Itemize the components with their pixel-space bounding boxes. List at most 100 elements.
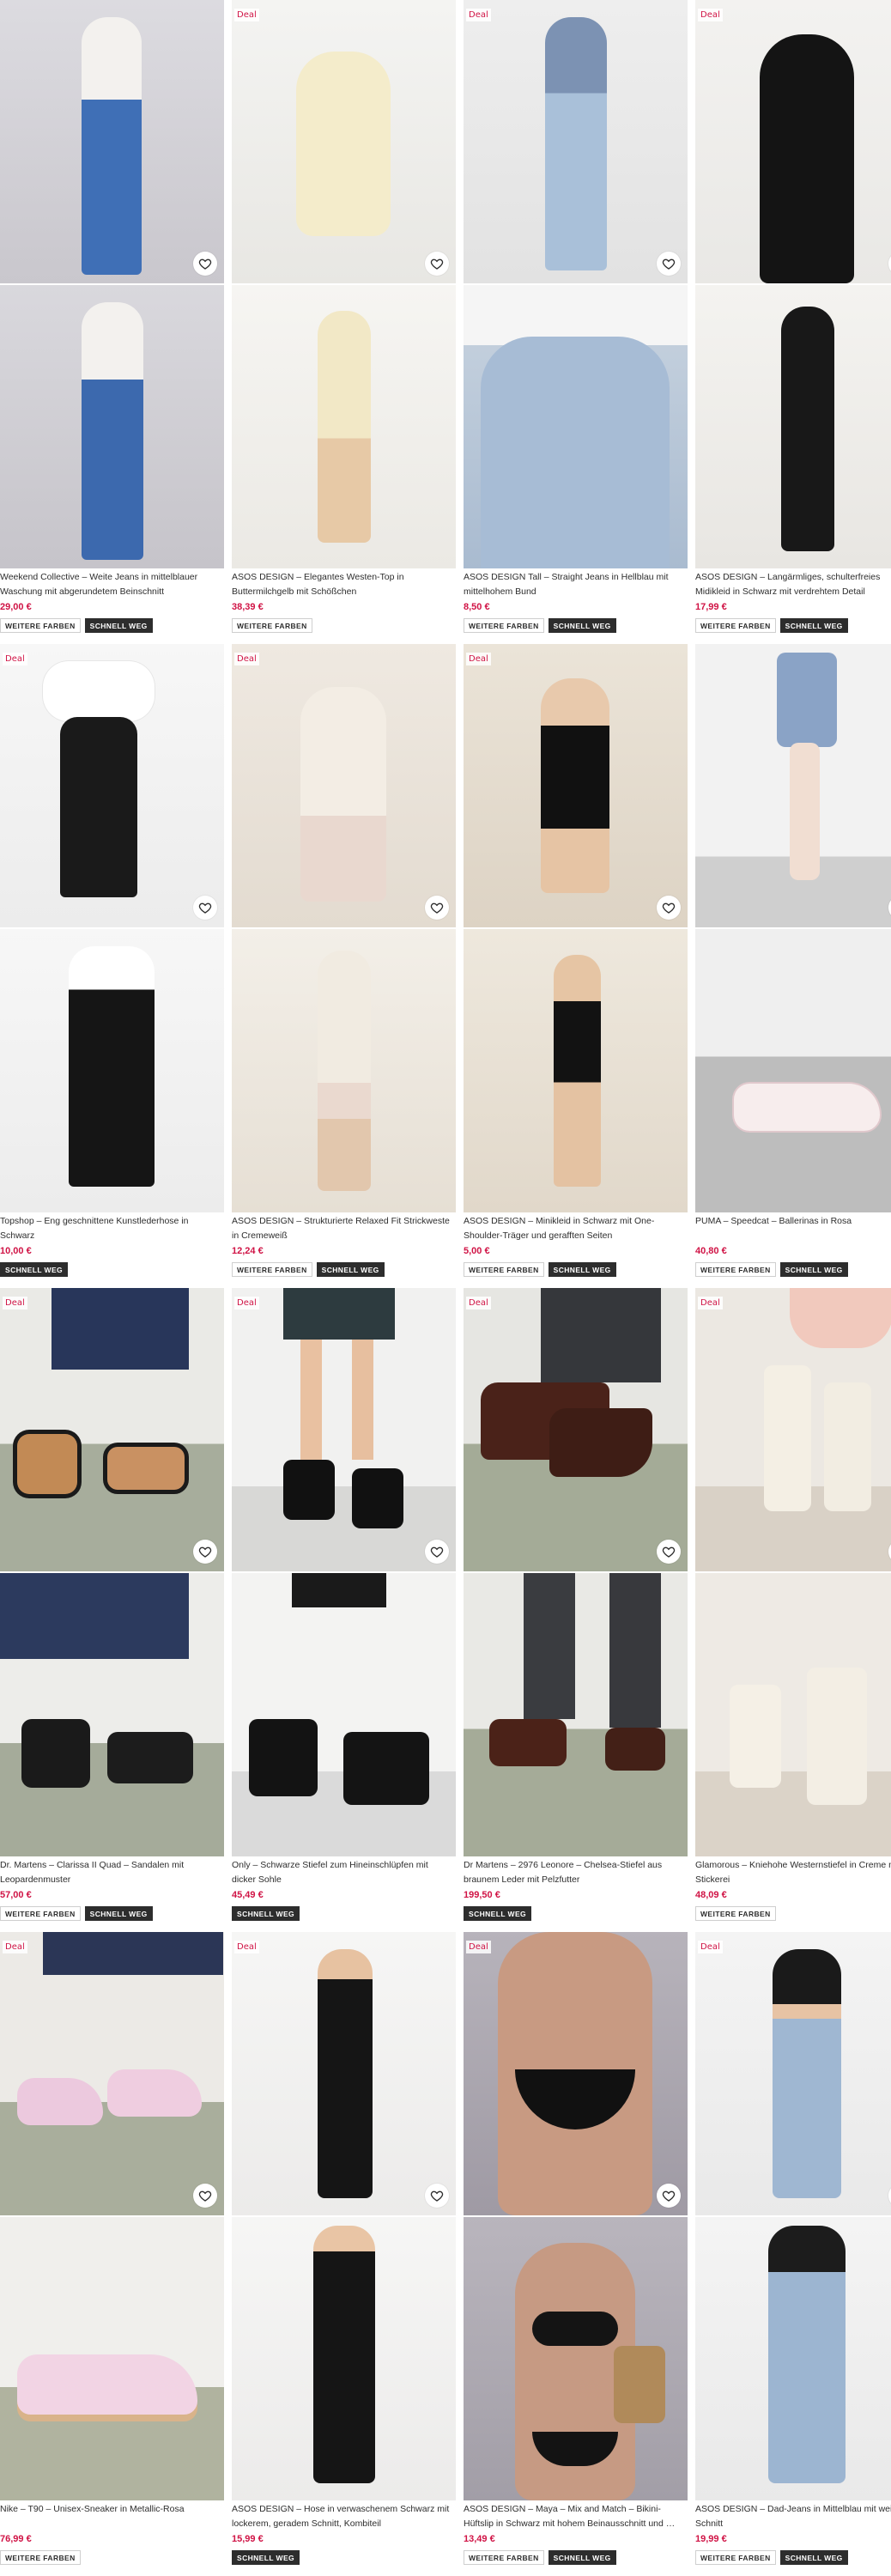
more-colors-badge: WEITERE FARBEN [0, 1906, 81, 1921]
product-info: Only – Schwarze Stiefel zum Hineinschlüp… [232, 1858, 456, 1921]
more-colors-badge: WEITERE FARBEN [0, 618, 81, 633]
deal-badge: Deal [466, 9, 491, 21]
product-title[interactable]: ASOS DESIGN – Hose in verwaschenem Schwa… [232, 2502, 456, 2531]
deal-badge: Deal [698, 1941, 723, 1953]
product-image[interactable]: Deal [695, 1288, 891, 1856]
product-image[interactable]: Deal [0, 0, 224, 568]
product-photo-set [464, 2217, 688, 2500]
product-card[interactable]: Deal PUMA – Speedcat – Ballerinas in Ros… [695, 644, 891, 1277]
product-image[interactable]: Deal [232, 1288, 456, 1856]
product-photo-shoe [695, 929, 891, 1212]
product-title[interactable]: ASOS DESIGN – Minikleid in Schwarz mit O… [464, 1214, 688, 1243]
product-photo-model [464, 0, 688, 283]
product-card[interactable]: Deal Dr. Martens – Clarissa II Quad – Sa… [0, 1288, 224, 1921]
selling-fast-badge: SCHNELL WEG [779, 618, 848, 633]
selling-fast-badge: SCHNELL WEG [0, 1262, 69, 1277]
product-card[interactable]: Deal ASOS DESIGN – Elegantes Westen-Top … [232, 0, 456, 633]
product-title[interactable]: PUMA – Speedcat – Ballerinas in Rosa [695, 1214, 891, 1243]
product-photo-model [695, 1932, 891, 2215]
product-title[interactable]: ASOS DESIGN – Strukturierte Relaxed Fit … [232, 1214, 456, 1243]
product-photo-full [464, 929, 688, 1212]
wishlist-heart-icon[interactable] [193, 1540, 217, 1564]
product-image[interactable]: Deal [0, 1932, 224, 2500]
product-title[interactable]: ASOS DESIGN – Langärmliges, schulterfrei… [695, 570, 891, 599]
wishlist-heart-icon[interactable] [425, 896, 449, 920]
product-image[interactable]: Deal [0, 1288, 224, 1856]
product-title[interactable]: Weekend Collective – Weite Jeans in mitt… [0, 570, 224, 599]
product-price: 48,09 € [695, 1890, 727, 1900]
deal-badge: Deal [698, 9, 723, 21]
wishlist-heart-icon[interactable] [425, 252, 449, 276]
wishlist-heart-icon[interactable] [425, 1540, 449, 1564]
product-info: ASOS DESIGN – Maya – Mix and Match – Bik… [464, 2502, 688, 2565]
product-card[interactable]: Deal Weekend Collective – Weite Jeans in… [0, 0, 224, 633]
product-card[interactable]: Deal ASOS DESIGN – Hose in verwaschenem … [232, 1932, 456, 2565]
product-badges: WEITERE FARBEN SCHNELL WEG [695, 1262, 891, 1277]
product-image[interactable]: Deal [464, 0, 688, 568]
wishlist-heart-icon[interactable] [425, 2184, 449, 2208]
product-card[interactable]: Deal Nike – T90 – Unisex-Sneaker in Meta… [0, 1932, 224, 2565]
product-card[interactable]: Deal Glamorous – Kniehohe Westernstiefel… [695, 1288, 891, 1921]
deal-badge: Deal [3, 1297, 27, 1309]
wishlist-heart-icon[interactable] [657, 2184, 681, 2208]
product-title[interactable]: Only – Schwarze Stiefel zum Hineinschlüp… [232, 1858, 456, 1887]
product-image[interactable]: Deal [0, 644, 224, 1212]
product-title[interactable]: Glamorous – Kniehohe Westernstiefel in C… [695, 1858, 891, 1887]
product-title[interactable]: ASOS DESIGN Tall – Straight Jeans in Hel… [464, 570, 688, 599]
product-card[interactable]: Deal ASOS DESIGN – Strukturierte Relaxed… [232, 644, 456, 1277]
product-card[interactable]: Deal ASOS DESIGN – Dad-Jeans in Mittelbl… [695, 1932, 891, 2565]
deal-badge: Deal [466, 1941, 491, 1953]
product-image[interactable]: Deal [232, 644, 456, 1212]
product-badges: WEITERE FARBEN SCHNELL WEG [0, 2550, 224, 2565]
product-title[interactable]: Topshop – Eng geschnittene Kunstlederhos… [0, 1214, 224, 1243]
product-image[interactable]: Deal [232, 0, 456, 568]
product-title[interactable]: Dr Martens – 2976 Leonore – Chelsea-Stie… [464, 1858, 688, 1887]
product-photo-model [695, 0, 891, 283]
product-badges: WEITERE FARBEN SCHNELL WEG [232, 618, 456, 633]
more-colors-badge: WEITERE FARBEN [695, 2550, 776, 2565]
wishlist-heart-icon[interactable] [193, 2184, 217, 2208]
deal-badge: Deal [234, 1941, 259, 1953]
more-colors-badge: WEITERE FARBEN [464, 1262, 544, 1277]
product-info: Dr Martens – 2976 Leonore – Chelsea-Stie… [464, 1858, 688, 1921]
product-image[interactable]: Deal [695, 1932, 891, 2500]
product-title[interactable]: ASOS DESIGN – Maya – Mix and Match – Bik… [464, 2502, 688, 2531]
product-card[interactable]: Deal Only – Schwarze Stiefel zum Hineins… [232, 1288, 456, 1921]
product-title[interactable]: ASOS DESIGN – Dad-Jeans in Mittelblau mi… [695, 2502, 891, 2531]
product-badges: WEITERE FARBEN SCHNELL WEG [464, 1906, 688, 1921]
product-title[interactable]: Dr. Martens – Clarissa II Quad – Sandale… [0, 1858, 224, 1887]
wishlist-heart-icon[interactable] [193, 252, 217, 276]
wishlist-heart-icon[interactable] [193, 896, 217, 920]
product-photo-model [464, 1288, 688, 1571]
product-info: Glamorous – Kniehohe Westernstiefel in C… [695, 1858, 891, 1921]
product-title[interactable]: Nike – T90 – Unisex-Sneaker in Metallic-… [0, 2502, 224, 2531]
product-info: ASOS DESIGN – Dad-Jeans in Mittelblau mi… [695, 2502, 891, 2565]
more-colors-badge: WEITERE FARBEN [695, 618, 776, 633]
product-title[interactable]: ASOS DESIGN – Elegantes Westen-Top in Bu… [232, 570, 456, 599]
deal-badge: Deal [698, 1297, 723, 1309]
wishlist-heart-icon[interactable] [657, 252, 681, 276]
product-info: Weekend Collective – Weite Jeans in mitt… [0, 570, 224, 633]
product-photo-back [695, 2217, 891, 2500]
product-image[interactable]: Deal [464, 1288, 688, 1856]
product-price: 15,99 € [232, 2534, 264, 2544]
product-price: 17,99 € [695, 602, 727, 612]
wishlist-heart-icon[interactable] [657, 1540, 681, 1564]
product-card[interactable]: Deal ASOS DESIGN – Maya – Mix and Match … [464, 1932, 688, 2565]
wishlist-heart-icon[interactable] [657, 896, 681, 920]
more-colors-badge: WEITERE FARBEN [695, 1262, 776, 1277]
product-card[interactable]: Deal Dr Martens – 2976 Leonore – Chelsea… [464, 1288, 688, 1921]
product-price: 5,00 € [464, 1246, 490, 1256]
product-image[interactable]: Deal [464, 644, 688, 1212]
product-card[interactable]: Deal ASOS DESIGN – Minikleid in Schwarz … [464, 644, 688, 1277]
product-card[interactable]: Deal Topshop – Eng geschnittene Kunstled… [0, 644, 224, 1277]
deal-badge: Deal [466, 653, 491, 665]
product-card[interactable]: Deal ASOS DESIGN – Langärmliges, schulte… [695, 0, 891, 633]
product-card[interactable]: Deal ASOS DESIGN Tall – Straight Jeans i… [464, 0, 688, 633]
product-photo-model [232, 644, 456, 927]
product-image[interactable]: Deal [695, 644, 891, 1212]
product-photo-model [0, 1932, 224, 2215]
product-image[interactable]: Deal [232, 1932, 456, 2500]
product-image[interactable]: Deal [695, 0, 891, 568]
product-image[interactable]: Deal [464, 1932, 688, 2500]
